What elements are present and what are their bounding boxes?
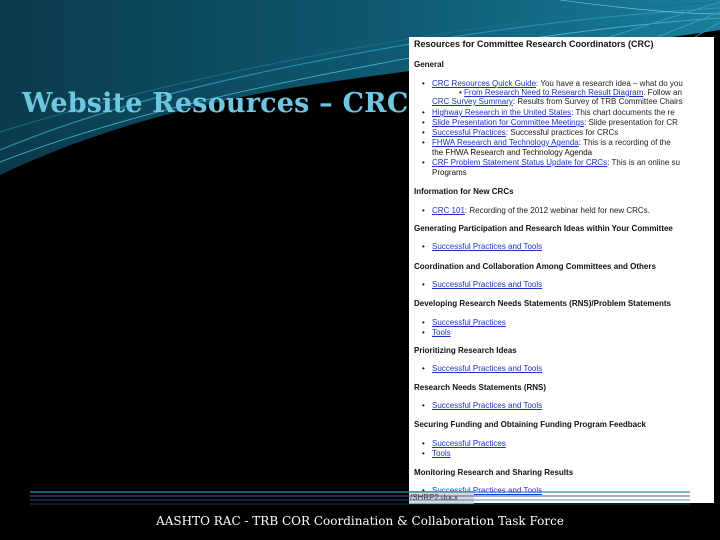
section-title: Securing Funding and Obtaining Funding P…	[414, 420, 647, 429]
section-item[interactable]: • Successful Practices and Tools	[422, 401, 542, 410]
section-title: Information for New CRCs	[414, 187, 514, 196]
page-heading: Resources for Committee Research Coordin…	[414, 39, 654, 49]
general-sub-item[interactable]: • From Research Need to Research Result …	[459, 88, 682, 97]
section-item[interactable]: • Successful Practices and Tools	[422, 364, 542, 373]
general-item[interactable]: • CRC Resources Quick Guide: You have a …	[422, 79, 683, 88]
section-item[interactable]: • Tools	[422, 328, 451, 337]
section-general-title: General	[414, 60, 444, 69]
slide: Website Resources – CRC Resources for Co…	[0, 0, 720, 540]
slide-title: Website Resources – CRC	[22, 88, 409, 119]
general-item-continuation: the FHWA Research and Technology Agenda	[432, 148, 593, 157]
section-item[interactable]: • CRC 101: Recording of the 2012 webinar…	[422, 206, 650, 215]
general-item[interactable]: • Successful Practices: Successful pract…	[422, 128, 618, 137]
section-title: Research Needs Statements (RNS)	[414, 383, 547, 392]
section-item[interactable]: • Successful Practices	[422, 318, 506, 327]
website-screenshot: Resources for Committee Research Coordin…	[409, 37, 714, 503]
general-item[interactable]: • Slide Presentation for Committee Meeti…	[422, 118, 678, 127]
section-title: Generating Participation and Research Id…	[414, 224, 673, 233]
general-item-continuation: Programs	[432, 168, 467, 177]
general-item[interactable]: • FHWA Research and Technology Agenda: T…	[422, 138, 671, 147]
section-title: Prioritizing Research Ideas	[414, 346, 517, 355]
section-item[interactable]: • Tools	[422, 449, 451, 458]
section-item[interactable]: • Successful Practices	[422, 439, 506, 448]
general-item[interactable]: • Highway Research in the United States:…	[422, 108, 675, 117]
slide-footer: AASHTO RAC - TRB COR Coordination & Coll…	[156, 514, 564, 528]
section-item[interactable]: • Successful Practices and Tools	[422, 242, 542, 251]
general-item[interactable]: • CRF Problem Statement Status Update fo…	[422, 158, 680, 167]
section-item[interactable]: • Successful Practices and Tools	[422, 280, 542, 289]
general-item[interactable]: CRC Survey Summary: Results from Survey …	[432, 97, 683, 106]
section-title: Coordination and Collaboration Among Com…	[414, 262, 656, 271]
section-title: Monitoring Research and Sharing Results	[414, 468, 574, 477]
section-title: Developing Research Needs Statements (RN…	[414, 299, 671, 308]
